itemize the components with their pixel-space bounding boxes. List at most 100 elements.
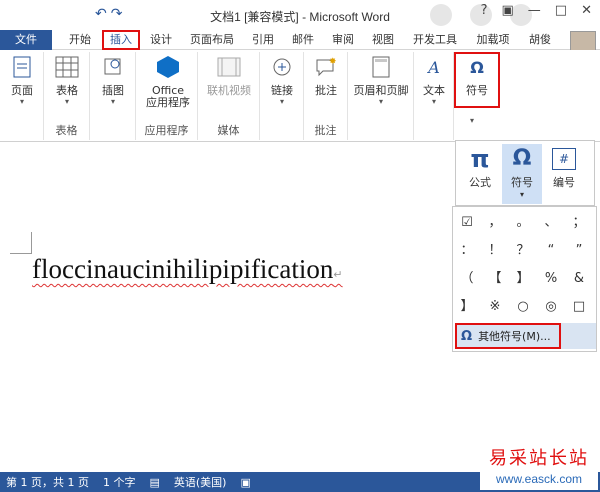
tab-references[interactable]: 引用 xyxy=(246,30,280,50)
tab-design[interactable]: 设计 xyxy=(144,30,178,50)
pages-button[interactable]: 页面 ▾ xyxy=(4,54,40,106)
tab-review[interactable]: 审阅 xyxy=(326,30,360,50)
maximize-icon[interactable]: □ xyxy=(555,3,567,18)
comments-group: ✸ 批注 批注 xyxy=(304,52,348,140)
tab-mailings[interactable]: 邮件 xyxy=(286,30,320,50)
illustrations-label: 插图 xyxy=(102,84,124,97)
symbol-cell[interactable]: 】 xyxy=(453,293,481,321)
omega-icon: Ω xyxy=(512,146,532,171)
tab-file[interactable]: 文件 xyxy=(0,30,52,50)
link-icon xyxy=(269,54,295,80)
office-apps-button[interactable]: Office 应用程序 xyxy=(140,54,196,109)
symbol-cell[interactable]: ※ xyxy=(481,293,509,321)
new-comment-icon: ✸ xyxy=(313,54,339,80)
film-icon xyxy=(216,54,242,80)
more-symbols-button[interactable]: Ω 其他符号(M)... xyxy=(455,323,561,349)
media-group: 联机视频 媒体 xyxy=(198,52,260,140)
table-button[interactable]: 表格 ▾ xyxy=(50,54,84,106)
symbol-cell[interactable]: % xyxy=(537,265,565,293)
symbol-cell[interactable]: ， xyxy=(481,209,509,237)
symbol-cell[interactable]: ○ xyxy=(509,293,537,321)
illustrations-group: 插图 ▾ xyxy=(90,52,136,140)
symbol-cell[interactable]: 。 xyxy=(509,209,537,237)
word-count[interactable]: 1 个字 xyxy=(103,474,136,490)
user-name[interactable]: 胡俊 xyxy=(522,30,558,50)
symbol-cell[interactable]: “ xyxy=(537,237,565,265)
omega-icon: Ω xyxy=(461,328,473,344)
number-button[interactable]: # 编号 xyxy=(544,144,584,190)
symbol-button[interactable]: Ω 符号 ▾ xyxy=(502,144,542,204)
document-text[interactable]: floccinaucinihilipipification↵ xyxy=(32,254,343,285)
symbol-grid: ☑ ， 。 、 ； ： ！ ？ “ ” （ 【 】 % & 】 ※ ○ ◎ □ … xyxy=(452,206,597,352)
symbols-button[interactable]: Ω 符号 xyxy=(454,52,500,108)
equation-label: 公式 xyxy=(469,176,491,189)
symbol-cell[interactable]: ！ xyxy=(481,237,509,265)
header-footer-button[interactable]: 页眉和页脚 ▾ xyxy=(352,54,410,106)
media-group-label: 媒体 xyxy=(217,124,240,137)
close-icon[interactable]: ✕ xyxy=(581,3,592,18)
text-label: 文本 xyxy=(423,84,445,97)
symbol-cell[interactable]: （ xyxy=(453,265,481,293)
shapes-icon xyxy=(100,54,126,80)
online-video-button[interactable]: 联机视频 xyxy=(202,54,256,97)
symbol-cell[interactable]: 【 xyxy=(481,265,509,293)
tab-view[interactable]: 视图 xyxy=(366,30,400,50)
language-status[interactable]: 英语(美国) xyxy=(174,474,227,490)
site-watermark: 易采站长站 www.easck.com xyxy=(480,440,598,490)
symbol-cell[interactable]: ？ xyxy=(509,237,537,265)
watermark-url: www.easck.com xyxy=(495,472,583,486)
help-icon[interactable]: ? xyxy=(481,3,488,18)
symbol-cell[interactable]: 】 xyxy=(509,265,537,293)
symbol-label: 符号 xyxy=(511,176,533,189)
text-group: A 文本 ▾ xyxy=(414,52,454,140)
links-button[interactable]: 链接 ▾ xyxy=(264,54,300,106)
tab-developer[interactable]: 开发工具 xyxy=(406,30,464,50)
page-count[interactable]: 第 1 页，共 1 页 xyxy=(6,474,89,490)
links-group: 链接 ▾ xyxy=(260,52,304,140)
symbol-cell[interactable]: □ xyxy=(565,293,593,321)
more-symbols-label: 其他符号(M)... xyxy=(478,330,551,343)
apps-group: Office 应用程序 应用程序 xyxy=(136,52,198,140)
title-bar: ↶ ↷ 文档1 [兼容模式] - Microsoft Word ? ▣ — □ … xyxy=(0,0,600,30)
hash-icon: # xyxy=(552,148,576,170)
pi-icon: π xyxy=(470,145,490,173)
omega-icon: Ω xyxy=(470,57,484,77)
ribbon-tabs: 文件 开始 插入 设计 页面布局 引用 邮件 审阅 视图 开发工具 加载项 胡俊 xyxy=(0,30,600,57)
svg-text:✸: ✸ xyxy=(329,57,337,67)
symbol-cell[interactable]: ” xyxy=(565,237,593,265)
header-footer-group: 页眉和页脚 ▾ xyxy=(348,52,414,140)
tab-page-layout[interactable]: 页面布局 xyxy=(184,30,240,50)
symbol-cell[interactable]: ； xyxy=(565,209,593,237)
symbol-cell[interactable]: 、 xyxy=(537,209,565,237)
links-label: 链接 xyxy=(271,84,293,97)
symbol-cell[interactable]: ： xyxy=(453,237,481,265)
ribbon: 页面 ▾ 表格 ▾ 表格 插图 ▾ Office 应用程序 应用程序 联机视频 媒体 xyxy=(0,50,600,142)
online-video-label: 联机视频 xyxy=(207,84,251,97)
symbols-dropdown-icon[interactable]: ▾ xyxy=(470,116,474,125)
table-label: 表格 xyxy=(56,84,78,97)
tables-group: 表格 ▾ 表格 xyxy=(44,52,90,140)
equation-button[interactable]: π 公式 xyxy=(460,144,500,190)
illustrations-button[interactable]: 插图 ▾ xyxy=(96,54,130,106)
more-symbols-row[interactable]: Ω 其他符号(M)... xyxy=(455,323,596,349)
pages-group: 页面 ▾ xyxy=(0,52,44,140)
text-button[interactable]: A 文本 ▾ xyxy=(418,54,450,107)
minimize-icon[interactable]: — xyxy=(528,3,541,18)
tab-addins[interactable]: 加载项 xyxy=(470,30,516,50)
pages-label: 页面 xyxy=(11,84,33,97)
office-store-icon xyxy=(155,54,181,80)
comment-button[interactable]: ✸ 批注 xyxy=(308,54,344,97)
proofing-icon[interactable]: ▤ xyxy=(149,476,159,489)
tab-insert[interactable]: 插入 xyxy=(102,30,140,50)
symbol-cell[interactable]: & xyxy=(565,265,593,293)
paragraph-mark-icon: ↵ xyxy=(333,269,343,281)
page-icon xyxy=(9,54,35,80)
table-icon xyxy=(54,54,80,80)
tab-home[interactable]: 开始 xyxy=(60,30,100,50)
ribbon-options-icon[interactable]: ▣ xyxy=(502,3,514,18)
symbol-cell[interactable]: ◎ xyxy=(537,293,565,321)
number-label: 编号 xyxy=(553,176,575,189)
macro-record-icon[interactable]: ▣ xyxy=(240,476,250,489)
symbol-cell[interactable]: ☑ xyxy=(453,209,481,237)
header-footer-icon xyxy=(368,54,394,80)
